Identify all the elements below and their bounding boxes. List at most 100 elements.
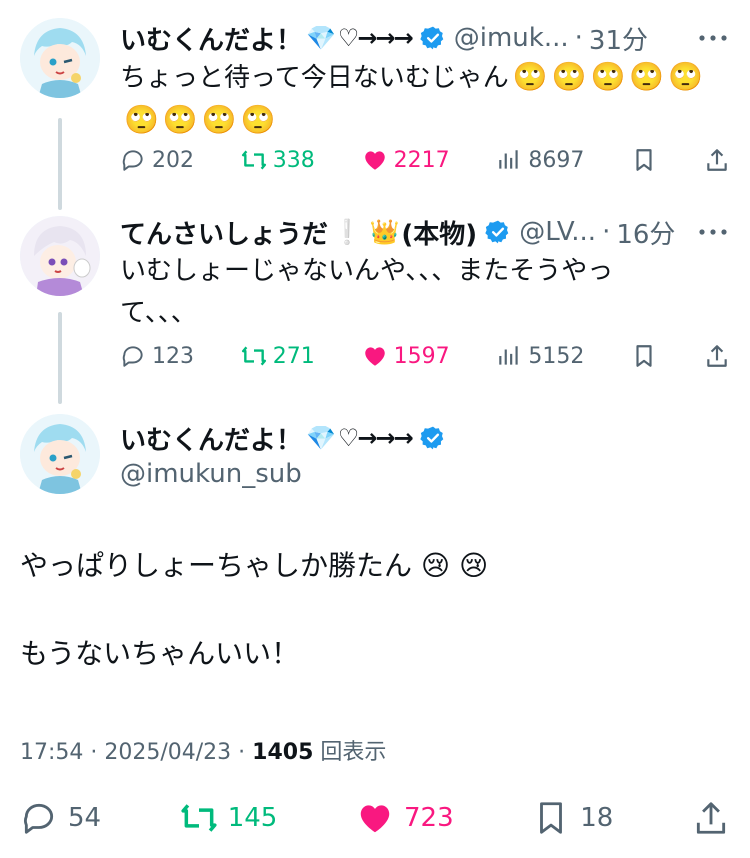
eye-roll-emoji: 🙄 xyxy=(240,103,276,136)
retweet-button[interactable]: 271 xyxy=(241,343,315,369)
views-button[interactable]: 5152 xyxy=(496,343,584,369)
eye-roll-emoji: 🙄 xyxy=(201,103,237,136)
name-emoji: ❕ 👑 xyxy=(332,218,400,246)
name-suffix: ♡→→→ xyxy=(337,24,414,52)
reply-button[interactable]: 202 xyxy=(120,147,194,173)
tweet-text: いむしょーじゃないんや、、、またそうやっ て、、、 xyxy=(120,250,720,334)
reply-count: 123 xyxy=(152,343,194,369)
tweet-meta: 17:54 · 2025/04/23 · 1405 回表示 xyxy=(20,734,386,766)
like-count: 1597 xyxy=(393,343,450,369)
retweet-count: 271 xyxy=(272,343,315,369)
tweet-timestamp[interactable]: 17:54 · 2025/04/23 · xyxy=(20,740,252,765)
views-count: 5152 xyxy=(528,343,585,369)
verified-badge-icon[interactable] xyxy=(420,25,446,51)
tweet-header: てんさいしょうだ ❕ 👑 (本物) @LV... · 16分 xyxy=(120,212,675,252)
display-name[interactable]: いむくんだよ！ xyxy=(120,20,302,57)
reply-count: 54 xyxy=(68,803,102,833)
bookmark-button[interactable] xyxy=(631,147,657,173)
share-icon xyxy=(696,802,726,834)
diamond-emoji: 💎 xyxy=(306,424,336,452)
views-icon xyxy=(499,150,519,169)
reply-icon xyxy=(122,150,143,171)
views-button[interactable]: 8697 xyxy=(496,147,584,173)
separator-dot: · xyxy=(602,217,611,247)
heart-icon xyxy=(364,151,385,170)
avatar[interactable] xyxy=(20,18,100,98)
user-handle[interactable]: @LV... xyxy=(519,217,596,247)
tweet-actions: 54 145 723 18 xyxy=(20,796,730,840)
tweet-header: いむくんだよ！ 💎 ♡→→→ xyxy=(120,418,446,458)
thread-connector xyxy=(58,118,62,210)
share-icon xyxy=(707,345,727,367)
retweet-button[interactable]: 338 xyxy=(241,147,315,173)
tweet-text-line: て、、、 xyxy=(120,298,197,328)
name-suffix: ♡→→→ xyxy=(337,424,414,452)
share-icon xyxy=(707,149,727,171)
like-count: 723 xyxy=(403,803,454,833)
tweet-text-line: やっぱりしょーちゃしか勝たん 😢 😢 xyxy=(20,544,730,588)
tweet-text: やっぱりしょーちゃしか勝たん 😢 😢 もうないちゃんいい！ xyxy=(20,544,730,676)
bookmark-button[interactable]: 18 xyxy=(532,799,613,837)
like-button[interactable]: 1597 xyxy=(362,343,450,369)
heart-icon xyxy=(364,347,385,366)
eye-roll-emoji: 🙄 xyxy=(629,60,665,93)
like-button[interactable]: 723 xyxy=(356,799,454,837)
avatar-image xyxy=(20,216,100,296)
share-button[interactable] xyxy=(692,799,730,837)
bookmark-count: 18 xyxy=(580,803,614,833)
crying-emoji: 😢 😢 xyxy=(420,549,489,582)
bookmark-button[interactable] xyxy=(631,343,657,369)
user-handle[interactable]: @imuk... xyxy=(454,23,569,53)
eye-roll-emoji: 🙄 xyxy=(590,60,626,93)
retweet-icon xyxy=(181,804,217,832)
tweet-time[interactable]: 16分 xyxy=(616,214,675,251)
verified-badge-icon[interactable] xyxy=(420,425,446,451)
eye-roll-emoji: 🙄 xyxy=(124,103,159,136)
avatar[interactable] xyxy=(20,216,100,296)
reply-icon xyxy=(122,346,143,367)
eye-roll-emoji: 🙄 xyxy=(668,60,704,93)
heart-icon xyxy=(360,805,390,833)
tweet-text-line: いむしょーじゃないんや、、、またそうやっ xyxy=(120,256,614,286)
views-label: 回表示 xyxy=(320,740,387,765)
verified-badge-icon[interactable] xyxy=(485,219,511,245)
tweet-text-content: ちょっと待って今日ないむじゃん xyxy=(120,63,509,93)
like-button[interactable]: 2217 xyxy=(362,147,450,173)
avatar-image xyxy=(20,414,100,494)
reply-button[interactable]: 54 xyxy=(20,799,101,837)
like-count: 2217 xyxy=(393,147,450,173)
more-options-icon[interactable] xyxy=(696,222,730,242)
eye-roll-emoji: 🙄 xyxy=(551,60,587,93)
display-name[interactable]: いむくんだよ！ xyxy=(120,420,302,457)
reply-count: 202 xyxy=(152,147,194,173)
tweet-header: いむくんだよ！ 💎 ♡→→→ @imuk... · 31分 xyxy=(120,18,648,58)
separator-dot: · xyxy=(574,23,583,53)
retweet-button[interactable]: 145 xyxy=(180,799,278,837)
tweet-text: ちょっと待って今日ないむじゃん 🙄 🙄 🙄 🙄 🙄🙄 🙄 🙄 🙄 xyxy=(120,56,720,142)
tweet-time[interactable]: 31分 xyxy=(589,20,648,57)
tweet-text-content: やっぱりしょーちゃしか勝たん xyxy=(20,549,413,582)
eye-roll-emoji: 🙄 xyxy=(162,103,198,136)
display-name[interactable]: てんさいしょうだ xyxy=(120,214,328,251)
diamond-emoji: 💎 xyxy=(306,24,336,52)
more-options-icon[interactable] xyxy=(696,28,730,48)
eye-roll-emoji: 🙄 xyxy=(512,60,548,93)
share-button[interactable] xyxy=(704,147,730,173)
bookmark-icon xyxy=(636,345,652,367)
tweet-text-line: もうないちゃんいい！ xyxy=(20,637,300,670)
reply-icon xyxy=(24,803,54,834)
reply-button[interactable]: 123 xyxy=(120,343,194,369)
user-handle[interactable]: @imukun_sub xyxy=(120,456,302,492)
views-icon xyxy=(499,346,519,365)
retweet-count: 145 xyxy=(227,803,278,833)
views-count: 1405 xyxy=(252,740,314,765)
thread-connector xyxy=(58,312,62,404)
bookmark-icon xyxy=(636,149,652,171)
avatar[interactable] xyxy=(20,414,100,494)
share-button[interactable] xyxy=(704,343,730,369)
avatar-image xyxy=(20,18,100,98)
views-count: 8697 xyxy=(528,147,585,173)
name-suffix: (本物) xyxy=(401,219,478,250)
retweet-icon xyxy=(241,150,266,170)
